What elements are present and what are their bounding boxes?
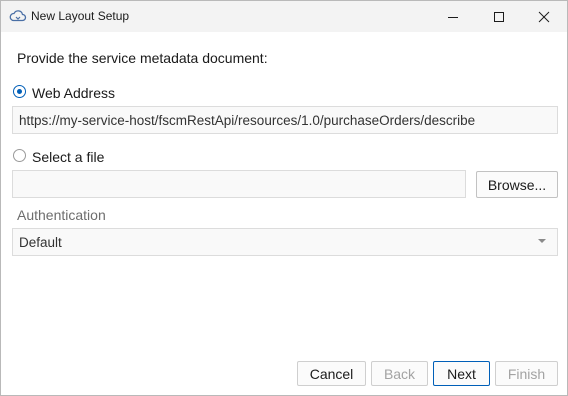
minimize-button[interactable] bbox=[430, 1, 476, 32]
minimize-icon bbox=[448, 16, 458, 18]
cancel-button[interactable]: Cancel bbox=[297, 361, 366, 386]
select-file-label[interactable]: Select a file bbox=[32, 149, 104, 165]
finish-button[interactable]: Finish bbox=[495, 361, 558, 386]
close-icon bbox=[538, 11, 550, 22]
file-path-input[interactable] bbox=[12, 170, 466, 198]
select-file-radio[interactable] bbox=[13, 149, 26, 162]
close-button[interactable] bbox=[521, 1, 567, 32]
back-button[interactable]: Back bbox=[371, 361, 428, 386]
chevron-down-icon[interactable] bbox=[538, 239, 546, 243]
window-title: New Layout Setup bbox=[31, 9, 130, 23]
web-address-input[interactable]: https://my-service-host/fscmRestApi/reso… bbox=[12, 106, 558, 134]
next-button[interactable]: Next bbox=[433, 361, 490, 386]
browse-button[interactable]: Browse... bbox=[476, 171, 558, 198]
authentication-label: Authentication bbox=[17, 207, 106, 223]
web-address-label[interactable]: Web Address bbox=[32, 85, 115, 101]
web-address-radio[interactable] bbox=[13, 85, 26, 98]
cloud-icon bbox=[9, 10, 27, 22]
dialog-window: New Layout Setup Provide the service met… bbox=[0, 0, 568, 396]
prompt-text: Provide the service metadata document: bbox=[17, 50, 268, 66]
title-bar[interactable]: New Layout Setup bbox=[1, 1, 567, 32]
maximize-button[interactable] bbox=[476, 1, 522, 32]
authentication-select[interactable]: Default bbox=[12, 228, 558, 256]
maximize-icon bbox=[494, 11, 504, 22]
